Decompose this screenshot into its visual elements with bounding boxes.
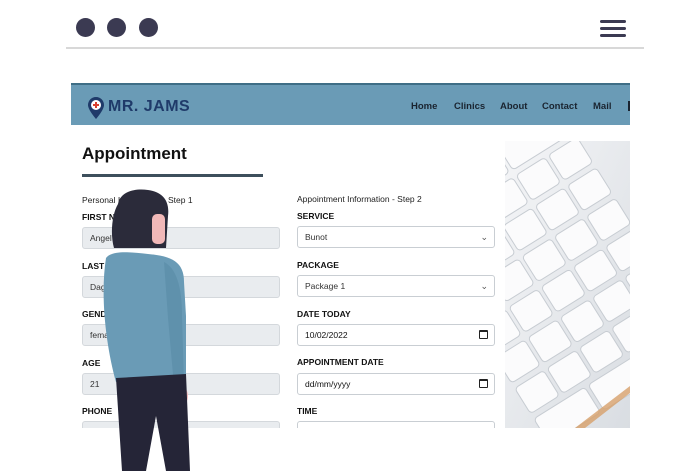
service-value: Bunot — [305, 232, 328, 242]
service-select[interactable]: Bunot ⌄ — [297, 226, 495, 248]
person-illustration — [103, 189, 190, 471]
navbar: MR. JAMS Home Clinics About Contact Mail — [71, 83, 630, 125]
page-title: Appointment — [82, 144, 187, 163]
appointment-date-input[interactable]: dd/mm/yyyy — [297, 373, 495, 395]
chevron-down-icon: ⌄ — [480, 281, 488, 291]
window-dot — [139, 18, 158, 37]
title-underline — [82, 174, 263, 177]
calendar-icon[interactable] — [479, 330, 488, 339]
package-value: Package 1 — [305, 281, 346, 291]
service-label: SERVICE — [297, 211, 335, 221]
window-dot — [76, 18, 95, 37]
date-today-value: 10/02/2022 — [305, 330, 348, 340]
nav-clinics[interactable]: Clinics — [454, 101, 485, 112]
nav-home[interactable]: Home — [411, 101, 437, 112]
date-today-input[interactable]: 10/02/2022 — [297, 324, 495, 346]
package-label: PACKAGE — [297, 260, 339, 270]
nav-contact[interactable]: Contact — [542, 101, 577, 112]
package-select[interactable]: Package 1 ⌄ — [297, 275, 495, 297]
keyboard-photo — [505, 141, 630, 428]
brand-logo[interactable]: MR. JAMS — [108, 98, 190, 116]
appointment-date-value: dd/mm/yyyy — [305, 379, 351, 389]
chevron-down-icon: ⌄ — [480, 232, 488, 242]
nav-overflow — [628, 101, 630, 111]
appointment-date-label: APPOINTMENT DATE — [297, 357, 384, 367]
window-divider — [66, 47, 644, 49]
time-input[interactable] — [297, 421, 495, 428]
location-pin-icon — [88, 97, 104, 119]
hamburger-menu-icon[interactable] — [600, 20, 626, 38]
nav-mail[interactable]: Mail — [593, 101, 611, 112]
calendar-icon[interactable] — [479, 379, 488, 388]
time-label: TIME — [297, 406, 318, 416]
date-today-label: DATE TODAY — [297, 309, 351, 319]
window-dot — [107, 18, 126, 37]
step2-label: Appointment Information - Step 2 — [297, 194, 422, 204]
nav-about[interactable]: About — [500, 101, 527, 112]
